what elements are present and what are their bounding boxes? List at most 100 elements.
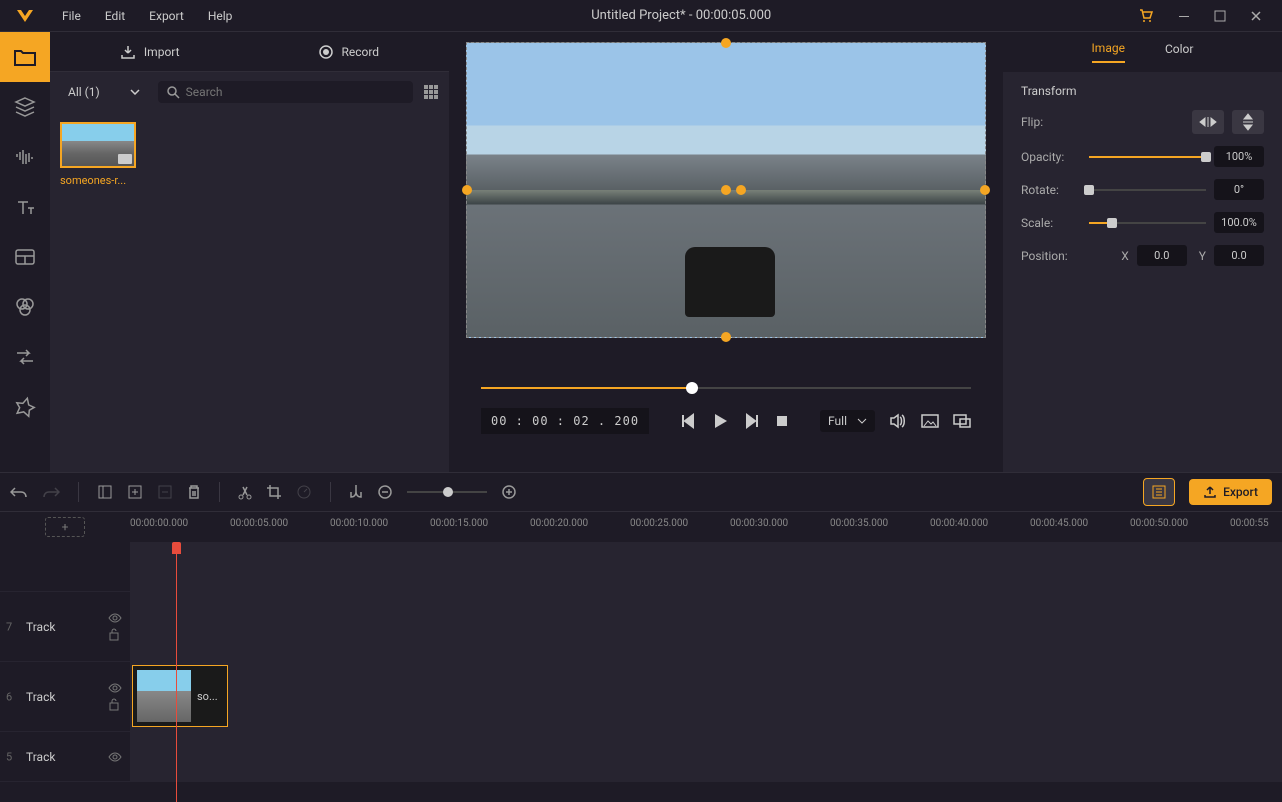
import-tab-label: Import xyxy=(144,45,180,59)
menu-file[interactable]: File xyxy=(50,0,93,32)
export-settings-button[interactable] xyxy=(1143,478,1175,506)
zoom-slider[interactable] xyxy=(407,491,487,493)
grid-view-icon[interactable] xyxy=(423,84,439,100)
scale-slider[interactable] xyxy=(1089,222,1206,224)
split-button[interactable] xyxy=(238,484,252,500)
tab-color[interactable]: Color xyxy=(1165,42,1193,62)
snapshot-button[interactable] xyxy=(921,414,939,428)
close-button[interactable] xyxy=(1246,6,1266,26)
rotate-value[interactable]: 0° xyxy=(1214,179,1264,200)
preview-seek xyxy=(481,378,971,398)
seek-slider[interactable] xyxy=(481,378,971,398)
filter-dropdown[interactable]: All (1) xyxy=(60,81,148,103)
export-button[interactable]: Export xyxy=(1189,479,1272,505)
volume-button[interactable] xyxy=(889,413,907,429)
media-panel: Import Record All (1) someones-r xyxy=(50,32,450,472)
quality-label: Full xyxy=(828,414,847,428)
play-button[interactable] xyxy=(710,411,730,431)
add-marker-button[interactable] xyxy=(127,484,143,500)
slider-thumb[interactable] xyxy=(1107,218,1117,228)
remove-marker-button xyxy=(157,484,173,500)
zoom-out-button[interactable] xyxy=(377,484,393,500)
prev-frame-button[interactable] xyxy=(680,413,696,429)
sidebar-transitions-icon[interactable] xyxy=(0,332,50,382)
track-body[interactable]: so... xyxy=(130,662,1282,731)
playhead[interactable] xyxy=(176,542,177,802)
record-tab[interactable]: Record xyxy=(250,32,450,71)
snap-button[interactable] xyxy=(349,484,363,500)
preview-canvas[interactable] xyxy=(466,42,986,338)
sidebar-audio-icon[interactable] xyxy=(0,132,50,182)
stop-button[interactable] xyxy=(774,413,790,429)
quality-dropdown[interactable]: Full xyxy=(820,410,875,432)
zoom-thumb[interactable] xyxy=(443,487,453,497)
ruler-tick: 00:00:05.000 xyxy=(230,518,288,529)
sidebar-elements-icon[interactable] xyxy=(0,382,50,432)
menu-edit[interactable]: Edit xyxy=(93,0,137,32)
ruler-tick: 00:00:20.000 xyxy=(530,518,588,529)
track-head: 7 Track xyxy=(0,592,130,661)
opacity-slider[interactable] xyxy=(1089,156,1206,158)
mark-in-button[interactable] xyxy=(97,484,113,500)
props-tabs: Image Color xyxy=(1003,32,1282,72)
media-item-name: someones-r... xyxy=(60,174,140,187)
selection-handle[interactable] xyxy=(736,185,746,195)
sidebar-media-icon[interactable] xyxy=(0,32,50,82)
scale-value[interactable]: 100.0% xyxy=(1214,212,1264,233)
selection-handle[interactable] xyxy=(721,332,731,342)
add-track-button[interactable]: + xyxy=(45,517,85,537)
ruler-body[interactable]: 00:00:00.000 00:00:05.000 00:00:10.000 0… xyxy=(130,512,1282,542)
lock-icon[interactable] xyxy=(108,697,122,711)
track-body[interactable] xyxy=(130,592,1282,661)
menu-export[interactable]: Export xyxy=(137,0,196,32)
seek-thumb[interactable] xyxy=(686,382,698,394)
media-item[interactable]: someones-r... xyxy=(60,122,140,187)
crop-button[interactable] xyxy=(266,484,282,500)
position-y-value[interactable]: 0.0 xyxy=(1214,245,1264,266)
chevron-down-icon xyxy=(130,89,140,95)
detach-button[interactable] xyxy=(953,414,971,428)
track-row: 6 Track so... xyxy=(0,662,1282,732)
search-box[interactable] xyxy=(158,81,413,103)
selection-handle[interactable] xyxy=(980,185,990,195)
clip-thumbnail xyxy=(137,670,191,722)
rotate-slider[interactable] xyxy=(1089,189,1206,191)
import-tab[interactable]: Import xyxy=(50,32,250,71)
sidebar-filters-icon[interactable] xyxy=(0,282,50,332)
undo-button[interactable] xyxy=(10,485,28,499)
media-grid: someones-r... xyxy=(50,112,449,472)
maximize-button[interactable] xyxy=(1210,6,1230,26)
visibility-icon[interactable] xyxy=(108,683,122,693)
track-body[interactable] xyxy=(130,732,1282,781)
track-head: 5 Track xyxy=(0,732,130,781)
clip-label: so... xyxy=(197,690,218,703)
tab-image[interactable]: Image xyxy=(1092,41,1125,63)
flip-vertical-button[interactable] xyxy=(1232,110,1264,134)
flip-horizontal-button[interactable] xyxy=(1192,110,1224,134)
selection-handle[interactable] xyxy=(462,185,472,195)
visibility-icon[interactable] xyxy=(108,752,122,762)
ruler-tick: 00:00:55 xyxy=(1230,518,1269,529)
sidebar-layers-icon[interactable] xyxy=(0,82,50,132)
sidebar-templates-icon[interactable] xyxy=(0,232,50,282)
x-label: X xyxy=(1121,249,1129,263)
lock-icon[interactable] xyxy=(108,627,122,641)
opacity-value[interactable]: 100% xyxy=(1214,146,1264,167)
zoom-in-button[interactable] xyxy=(501,484,517,500)
selection-handle[interactable] xyxy=(721,185,731,195)
slider-thumb[interactable] xyxy=(1084,185,1094,195)
delete-button[interactable] xyxy=(187,484,201,500)
visibility-icon[interactable] xyxy=(108,613,122,623)
position-x-value[interactable]: 0.0 xyxy=(1137,245,1187,266)
section-title: Transform xyxy=(1021,84,1264,98)
track-row: 7 Track xyxy=(0,592,1282,662)
minimize-button[interactable] xyxy=(1174,6,1194,26)
next-frame-button[interactable] xyxy=(744,413,760,429)
cart-icon[interactable] xyxy=(1134,4,1158,28)
menu-help[interactable]: Help xyxy=(196,0,245,32)
slider-thumb[interactable] xyxy=(1201,152,1211,162)
search-input[interactable] xyxy=(186,85,405,99)
timeline-clip[interactable]: so... xyxy=(132,665,228,727)
selection-handle[interactable] xyxy=(721,38,731,48)
sidebar-text-icon[interactable] xyxy=(0,182,50,232)
